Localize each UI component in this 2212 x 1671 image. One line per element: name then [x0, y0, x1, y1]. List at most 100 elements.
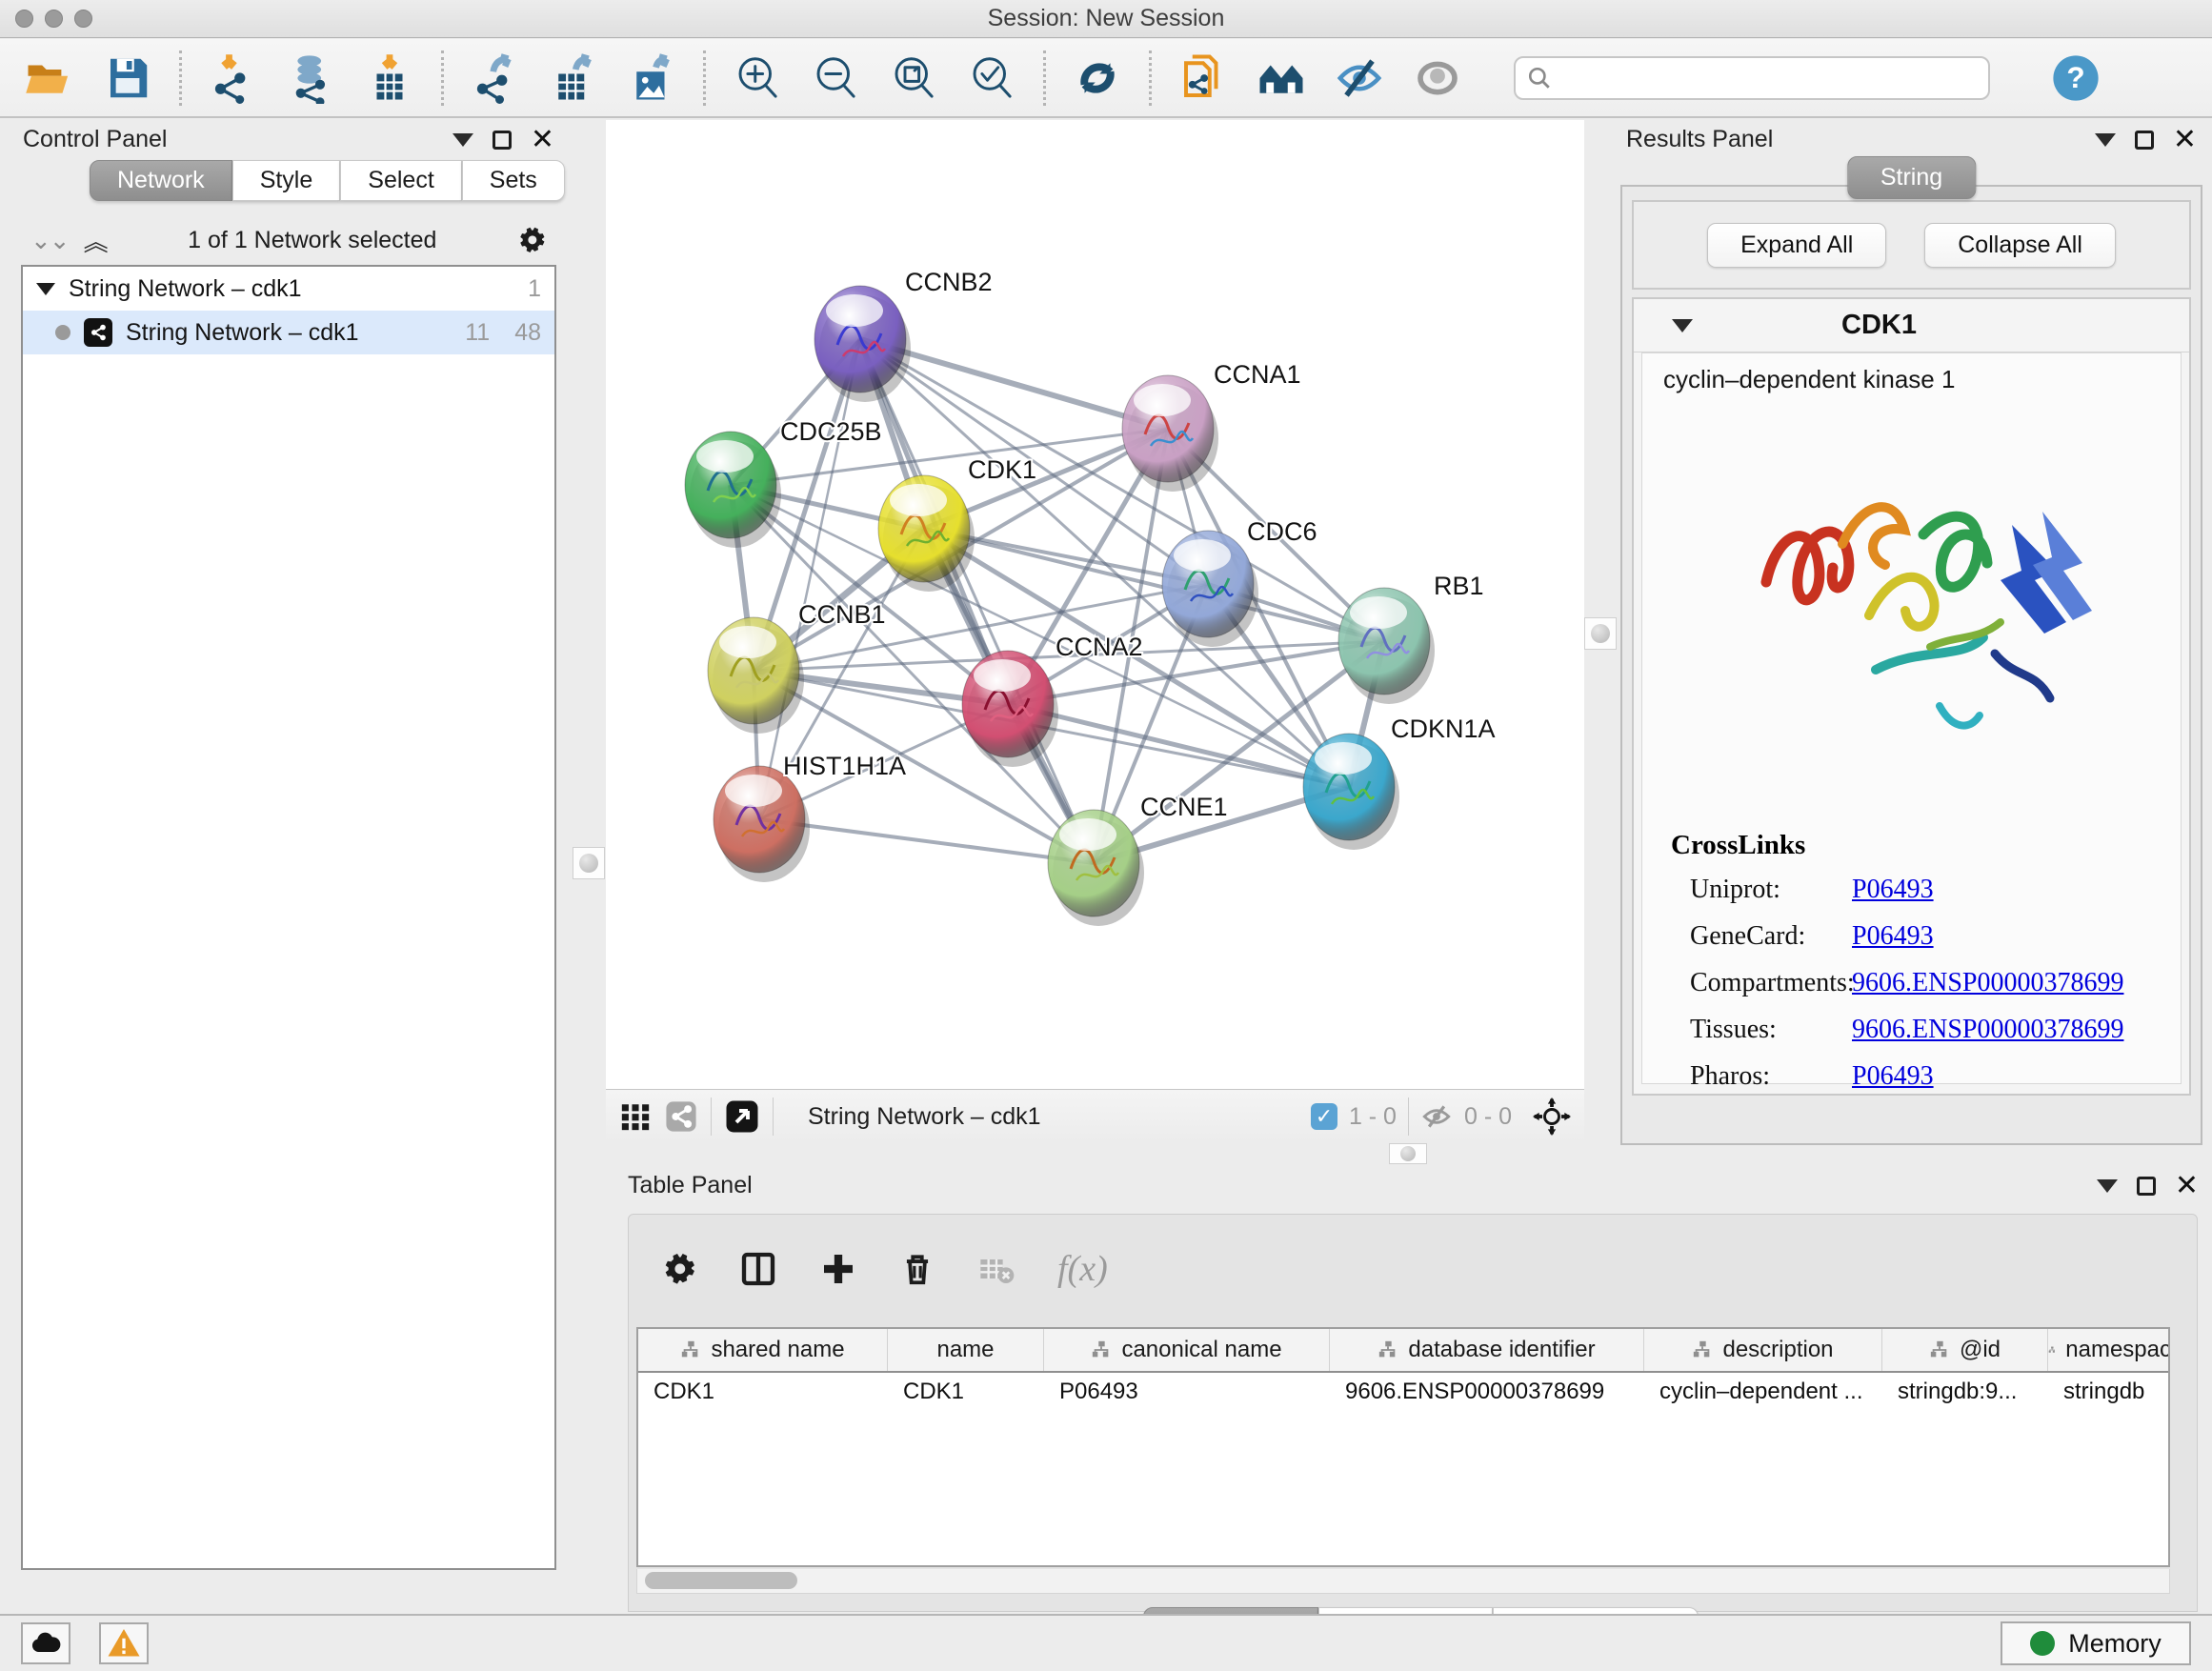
grid-mode-icon[interactable]: [619, 1100, 652, 1133]
open-session-button[interactable]: [23, 51, 76, 105]
node-table[interactable]: shared namenamecanonical namedatabase id…: [636, 1327, 2170, 1567]
import-table-button[interactable]: [363, 51, 416, 105]
network-collection-row[interactable]: String Network – cdk1 1: [23, 267, 554, 311]
network-row-selected[interactable]: String Network – cdk1 11 48: [23, 311, 554, 354]
panel-collapse-icon[interactable]: [2095, 133, 2116, 147]
table-cell[interactable]: cyclin–dependent ...: [1644, 1373, 1882, 1415]
scrollbar-thumb[interactable]: [645, 1572, 797, 1589]
bottom-splitter-handle[interactable]: [1389, 1143, 1427, 1164]
table-cell[interactable]: P06493: [1044, 1373, 1330, 1415]
panel-close-icon[interactable]: ✕: [2173, 131, 2197, 150]
network-edge[interactable]: [759, 339, 860, 819]
zoom-in-button[interactable]: [731, 51, 784, 105]
network-node-ccnb1[interactable]: [708, 617, 804, 734]
network-node-cdk1[interactable]: [878, 475, 975, 592]
crosslink-link[interactable]: 9606.ENSP00000378699: [1852, 968, 2123, 998]
function-builder-icon[interactable]: f(x): [1057, 1248, 1108, 1290]
tab-string[interactable]: String: [1847, 156, 1976, 199]
apply-layout-button[interactable]: [1071, 51, 1124, 105]
expand-all-button[interactable]: Expand All: [1707, 223, 1886, 268]
panel-float-icon[interactable]: [493, 131, 512, 150]
column-header--id[interactable]: @id: [1882, 1329, 2048, 1371]
panel-collapse-icon[interactable]: [2097, 1179, 2118, 1193]
network-node-ccna1[interactable]: [1122, 375, 1218, 492]
export-network-button[interactable]: [469, 51, 522, 105]
tab-network[interactable]: Network: [90, 160, 232, 201]
hidden-eye-slash-icon[interactable]: [1420, 1100, 1453, 1133]
save-session-button[interactable]: [101, 51, 154, 105]
tab-select[interactable]: Select: [340, 160, 461, 201]
column-header-name[interactable]: name: [888, 1329, 1044, 1371]
zoom-out-button[interactable]: [809, 51, 862, 105]
network-edge[interactable]: [860, 339, 1094, 863]
table-cell[interactable]: 9606.ENSP00000378699: [1330, 1373, 1644, 1415]
panel-float-icon[interactable]: [2135, 131, 2154, 150]
left-splitter-handle[interactable]: [573, 847, 605, 879]
table-settings-gear-icon[interactable]: [663, 1252, 697, 1286]
network-node-hist1h1a[interactable]: [714, 766, 810, 882]
tree-expand-icon[interactable]: [36, 283, 55, 295]
tab-sets[interactable]: Sets: [462, 160, 565, 201]
crosslink-link[interactable]: 9606.ENSP00000378699: [1852, 1015, 2123, 1045]
network-graph[interactable]: CCNB2CCNA1CDC25BCDK1CDC6RB1CCNB1CCNA2CDK…: [606, 120, 1584, 1089]
birdseye-view-icon[interactable]: [725, 1099, 759, 1134]
show-columns-icon[interactable]: [739, 1250, 777, 1288]
delete-column-trash-icon[interactable]: [899, 1251, 935, 1287]
network-node-ccne1[interactable]: [1048, 810, 1144, 926]
help-button[interactable]: ?: [2049, 51, 2102, 105]
search-input[interactable]: [1559, 65, 1977, 91]
panel-close-icon[interactable]: ✕: [2175, 1177, 2199, 1196]
fit-selected-crosshair-icon[interactable]: [1533, 1097, 1571, 1136]
column-header-shared-name[interactable]: shared name: [638, 1329, 888, 1371]
table-cell[interactable]: stringdb:9...: [1882, 1373, 2048, 1415]
import-network-button[interactable]: [207, 51, 260, 105]
gear-icon[interactable]: [518, 226, 547, 254]
node-label-rb1: RB1: [1434, 572, 1484, 600]
crosslink-link[interactable]: P06493: [1852, 875, 1934, 905]
network-mode-icon[interactable]: [665, 1100, 697, 1133]
gene-section-header[interactable]: CDK1: [1634, 299, 2189, 352]
crosslink-link[interactable]: P06493: [1852, 921, 1934, 952]
right-splitter-handle[interactable]: [1584, 617, 1617, 650]
network-node-ccna2[interactable]: [962, 651, 1058, 767]
delete-table-icon[interactable]: [977, 1250, 1016, 1288]
toolbar-search-box[interactable]: [1514, 56, 1990, 100]
warnings-button[interactable]: [99, 1622, 149, 1664]
table-cell[interactable]: CDK1: [638, 1373, 888, 1415]
panel-float-icon[interactable]: [2137, 1177, 2156, 1196]
panel-close-icon[interactable]: ✕: [531, 131, 554, 150]
network-node-cdkn1a[interactable]: [1303, 734, 1399, 850]
network-view[interactable]: CCNB2CCNA1CDC25BCDK1CDC6RB1CCNB1CCNA2CDK…: [606, 120, 1584, 1143]
column-header-canonical-name[interactable]: canonical name: [1044, 1329, 1330, 1371]
panel-collapse-icon[interactable]: [452, 133, 473, 147]
memory-button[interactable]: Memory: [2001, 1621, 2191, 1665]
show-graphics-details-button[interactable]: [1411, 51, 1464, 105]
column-header-namespac[interactable]: namespac: [2048, 1329, 2170, 1371]
export-table-button[interactable]: [547, 51, 600, 105]
network-node-ccnb2[interactable]: [814, 286, 911, 402]
expand-all-networks-icon[interactable]: ︽: [84, 223, 107, 258]
table-row[interactable]: CDK1CDK1P064939606.ENSP00000378699cyclin…: [638, 1373, 2168, 1415]
table-cell[interactable]: stringdb: [2048, 1373, 2170, 1415]
copy-network-button[interactable]: [1176, 51, 1230, 105]
selected-checkbox-icon[interactable]: ✓: [1311, 1103, 1337, 1130]
column-header-database-identifier[interactable]: database identifier: [1330, 1329, 1644, 1371]
section-collapse-icon[interactable]: [1672, 319, 1693, 332]
table-horizontal-scrollbar[interactable]: [636, 1569, 2170, 1594]
collapse-all-button[interactable]: Collapse All: [1924, 223, 2116, 268]
table-cell[interactable]: CDK1: [888, 1373, 1044, 1415]
zoom-fit-button[interactable]: [887, 51, 940, 105]
cloud-status-button[interactable]: [21, 1622, 70, 1664]
hide-graphics-details-button[interactable]: [1333, 51, 1386, 105]
collapse-all-networks-icon[interactable]: ⌄⌄: [30, 226, 69, 255]
add-column-plus-icon[interactable]: [819, 1250, 857, 1288]
network-node-rb1[interactable]: [1338, 588, 1435, 704]
column-header-description[interactable]: description: [1644, 1329, 1882, 1371]
import-network-from-database-button[interactable]: [285, 51, 338, 105]
string-home-button[interactable]: [1255, 51, 1308, 105]
network-node-cdc25b[interactable]: [685, 432, 781, 548]
crosslink-link[interactable]: P06493: [1852, 1061, 1934, 1092]
tab-style[interactable]: Style: [232, 160, 341, 201]
export-image-button[interactable]: [625, 51, 678, 105]
zoom-selected-button[interactable]: [965, 51, 1018, 105]
